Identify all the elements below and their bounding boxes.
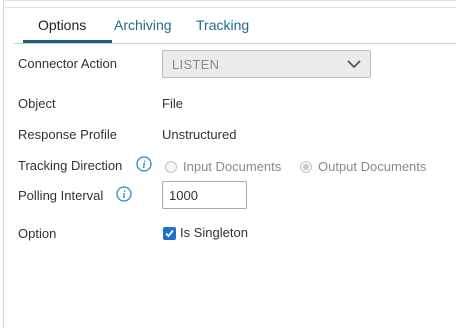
polling-interval-input[interactable] <box>162 181 247 209</box>
is-singleton-checkbox[interactable] <box>163 227 176 240</box>
output-documents-radio[interactable] <box>300 161 312 173</box>
active-tab-indicator <box>23 40 112 43</box>
response-profile-value: Unstructured <box>162 127 237 142</box>
input-documents-label: Input Documents <box>183 159 282 174</box>
polling-interval-label: Polling Interval <box>18 188 104 203</box>
object-value: File <box>162 96 183 111</box>
tab-archiving[interactable]: Archiving <box>114 17 172 33</box>
connector-action-select[interactable]: LISTEN <box>162 50 371 78</box>
svg-text:i: i <box>123 190 126 201</box>
tab-bar: Options Archiving Tracking <box>14 9 456 44</box>
response-profile-label: Response Profile <box>18 127 117 142</box>
tab-tracking[interactable]: Tracking <box>196 17 249 33</box>
info-icon[interactable]: i <box>116 186 132 202</box>
is-singleton-label: Is Singleton <box>180 225 248 240</box>
tracking-direction-label: Tracking Direction <box>18 158 123 173</box>
output-documents-label: Output Documents <box>318 159 427 174</box>
checkmark-icon <box>165 229 174 238</box>
option-label: Option <box>18 226 57 241</box>
connector-action-value: LISTEN <box>172 57 220 72</box>
connector-action-label: Connector Action <box>18 56 118 71</box>
tab-options[interactable]: Options <box>38 17 86 33</box>
svg-text:i: i <box>143 160 146 171</box>
chevron-down-icon <box>347 60 361 69</box>
info-icon[interactable]: i <box>136 156 152 172</box>
object-label: Object <box>18 96 56 111</box>
top-divider <box>4 7 456 8</box>
input-documents-radio[interactable] <box>165 161 177 173</box>
